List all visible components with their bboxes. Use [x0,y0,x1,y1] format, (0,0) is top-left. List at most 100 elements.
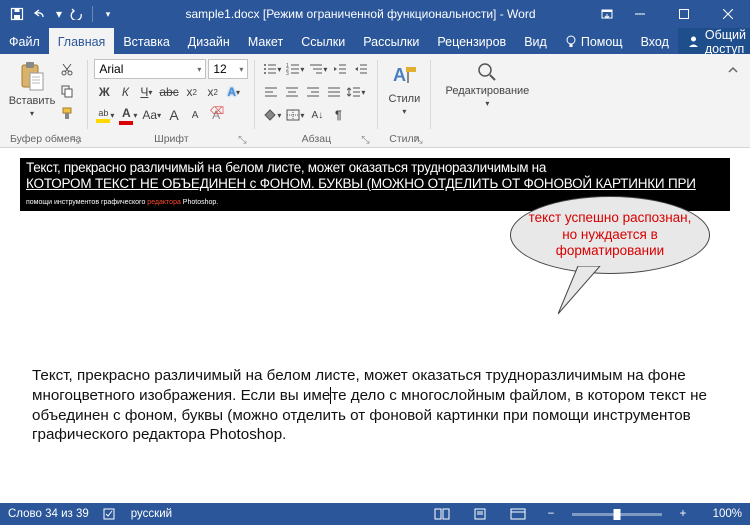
chevron-down-icon: ▾ [402,107,406,116]
font-size-combo[interactable]: 12 ▾ [208,59,248,79]
styles-button[interactable]: A Стили ▾ [384,59,424,118]
document-area[interactable]: Текст, прекрасно различимый на белом лис… [0,148,750,503]
tab-review[interactable]: Рецензиров [428,28,515,54]
highlight-button[interactable]: ab▾ [94,105,116,125]
bold-button[interactable]: Ж [94,82,114,102]
tab-insert[interactable]: Вставка [114,28,178,54]
borders-button[interactable]: ▾ [284,105,306,125]
shrink-font-button[interactable]: A [185,105,205,125]
group-label-clipboard: Буфер обмена ⤡ [10,131,81,147]
group-editing: Редактирование ▾ [433,56,541,147]
svg-text:3: 3 [286,71,289,75]
tab-design[interactable]: Дизайн [179,28,239,54]
web-layout-icon[interactable] [506,505,530,523]
lightbulb-icon [565,35,577,49]
sort-button[interactable]: А↓ [307,105,327,125]
decrease-indent-button[interactable] [330,59,350,79]
group-styles: A Стили ▾ Стили ⤡ [380,56,428,147]
change-case-button[interactable]: Aa▾ [140,105,163,125]
collapse-ribbon-icon[interactable] [722,60,744,80]
subscript-button[interactable]: x2 [182,82,202,102]
dialog-launcher-icon[interactable]: ⤡ [359,134,371,146]
undo-dropdown-icon[interactable]: ▾ [54,3,64,25]
tab-mailings[interactable]: Рассылки [354,28,428,54]
increase-indent-button[interactable] [351,59,371,79]
copy-icon[interactable] [56,81,78,101]
underline-button[interactable]: Ч▾ [136,82,156,102]
qat-customize-icon[interactable]: ▾ [97,3,119,25]
callout-shape[interactable]: текст успешно распознан, но нуждается в … [510,196,710,274]
chevron-down-icon: ▾ [485,99,489,108]
clear-formatting-button[interactable]: A⌫ [206,105,226,125]
numbering-button[interactable]: 123▾ [284,59,306,79]
multilevel-button[interactable]: ▾ [307,59,329,79]
justify-button[interactable] [324,82,344,102]
chevron-down-icon: ▾ [30,109,34,118]
paste-button[interactable]: Вставить ▾ [10,59,54,120]
ribbon-tabs: Файл Главная Вставка Дизайн Макет Ссылки… [0,28,750,54]
format-painter-icon[interactable] [56,103,78,123]
zoom-in-icon[interactable]: + [676,505,690,523]
status-bar: Слово 34 из 39 русский − + 100% [0,503,750,525]
align-center-button[interactable] [282,82,302,102]
font-name-combo[interactable]: Arial ▾ [94,59,206,79]
strikethrough-button[interactable]: abc [157,82,180,102]
titlebar: ▾ ▾ sample1.docx [Режим ограниченной фун… [0,0,750,28]
zoom-level[interactable]: 100% [704,508,742,520]
print-layout-icon[interactable] [468,505,492,523]
maximize-button[interactable] [662,0,706,28]
zoom-slider[interactable] [572,513,662,516]
chevron-down-icon[interactable]: ▾ [239,65,243,74]
quick-access-toolbar: ▾ ▾ [0,3,125,25]
save-icon[interactable] [6,3,28,25]
tab-layout[interactable]: Макет [239,28,292,54]
italic-button[interactable]: К [115,82,135,102]
cut-icon[interactable] [56,59,78,79]
word-count[interactable]: Слово 34 из 39 [8,508,89,520]
grow-font-button[interactable]: A [164,105,184,125]
tab-home[interactable]: Главная [49,28,115,54]
tab-references[interactable]: Ссылки [292,28,354,54]
editing-button[interactable]: Редактирование ▾ [437,59,537,110]
callout-tail-icon [558,266,618,316]
close-button[interactable] [706,0,750,28]
text-effects-button[interactable]: A▾ [224,82,244,102]
group-clipboard: Вставить ▾ Буфер обмена ⤡ [6,56,85,147]
ribbon: Вставить ▾ Буфер обмена ⤡ Arial ▾ 1 [0,54,750,148]
language-status[interactable]: русский [131,508,172,520]
tab-signin[interactable]: Вход [632,28,678,54]
line-spacing-button[interactable]: ▾ [345,82,367,102]
align-left-button[interactable] [261,82,281,102]
group-label-styles: Стили ⤡ [384,131,424,147]
dialog-launcher-icon[interactable]: ⤡ [412,134,424,146]
svg-text:A: A [393,65,406,85]
document-paragraph[interactable]: Текст, прекрасно различимый на белом лис… [32,366,716,445]
proofing-icon[interactable] [103,507,117,521]
bullets-button[interactable]: ▾ [261,59,283,79]
align-right-button[interactable] [303,82,323,102]
tab-file[interactable]: Файл [0,28,49,54]
font-color-button[interactable]: A▾ [117,105,139,125]
show-marks-button[interactable]: ¶ [328,105,348,125]
window-title: sample1.docx [Режим ограниченной функцио… [125,7,596,21]
dialog-launcher-icon[interactable]: ⤡ [236,134,248,146]
share-button[interactable]: Общий доступ [678,28,750,54]
minimize-button[interactable] [618,0,662,28]
shading-button[interactable]: ▾ [261,105,283,125]
zoom-out-icon[interactable]: − [544,505,558,523]
group-font: Arial ▾ 12 ▾ Ж К Ч▾ abc x2 x2 A▾ ab▾ A▾ [90,56,252,147]
superscript-button[interactable]: x2 [203,82,223,102]
person-icon [687,35,700,48]
redo-icon[interactable] [66,3,88,25]
window-controls [618,0,750,28]
group-label-paragraph: Абзац ⤡ [261,131,371,147]
read-mode-icon[interactable] [430,505,454,523]
group-label-font: Шрифт ⤡ [94,131,248,147]
chevron-down-icon[interactable]: ▾ [197,65,201,74]
undo-icon[interactable] [30,3,52,25]
group-paragraph: ▾ 123▾ ▾ ▾ ▾ ▾ А↓ ¶ Абзац ⤡ [257,56,375,147]
ribbon-options-icon[interactable] [596,3,618,25]
tab-tellme[interactable]: Помощ [556,28,632,54]
tab-view[interactable]: Вид [515,28,556,54]
dialog-launcher-icon[interactable]: ⤡ [69,134,81,146]
